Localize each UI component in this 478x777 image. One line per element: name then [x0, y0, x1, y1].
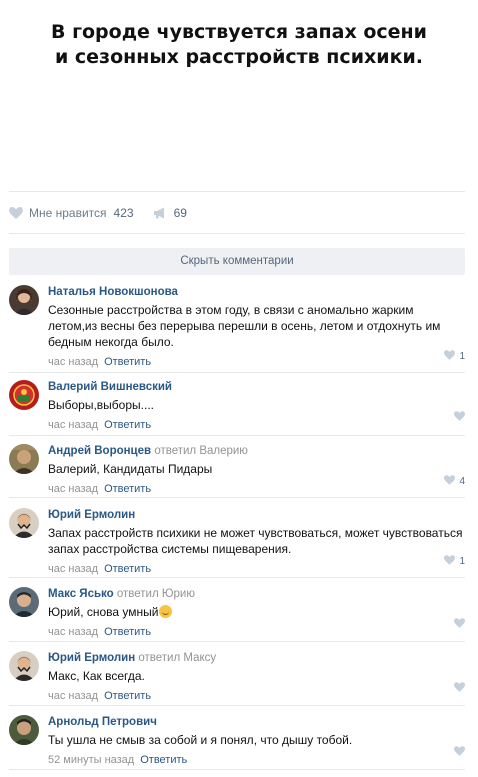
- replied-to[interactable]: ответил Юрию: [117, 588, 195, 600]
- comment-like-button[interactable]: [454, 745, 465, 759]
- comment-author[interactable]: Арнольд Петрович: [48, 716, 157, 728]
- comment-author[interactable]: Андрей Воронцев: [48, 445, 151, 457]
- like-button[interactable]: Мне нравится 423: [9, 206, 134, 220]
- comment-like-count: 1: [459, 350, 465, 362]
- comment-author[interactable]: Юрий Ермолин: [48, 509, 135, 521]
- comment-time[interactable]: час назад: [48, 626, 98, 638]
- heart-icon: [444, 474, 456, 488]
- comment-author[interactable]: Юрий Ермолин: [48, 652, 135, 664]
- comment-like-button[interactable]: 1: [444, 349, 465, 363]
- heart-icon: [454, 410, 465, 424]
- comment-like-button[interactable]: 4: [444, 474, 465, 488]
- avatar[interactable]: [9, 285, 39, 315]
- comment-time[interactable]: 52 минуты назад: [48, 754, 134, 766]
- like-count: 423: [113, 206, 134, 220]
- comment-author[interactable]: Валерий Вишневский: [48, 381, 172, 393]
- heart-icon: [454, 617, 465, 631]
- comment-like-count: 4: [459, 475, 465, 487]
- comment-text: Юрий, снова умный: [48, 605, 159, 619]
- comment-text: Запах расстройств психики не может чувст…: [48, 526, 463, 556]
- comment-time[interactable]: час назад: [48, 419, 98, 431]
- post-title: В городе чувствуется запах осени и сезон…: [0, 20, 478, 70]
- share-button[interactable]: 69: [153, 206, 187, 220]
- heart-icon: [454, 681, 465, 695]
- reply-button[interactable]: Ответить: [104, 356, 151, 368]
- comment-time[interactable]: час назад: [48, 690, 98, 702]
- comment-like-button[interactable]: [454, 617, 465, 631]
- share-count: 69: [173, 206, 187, 220]
- comment: Арнольд Петрович Ты ушла не смыв за собо…: [9, 715, 465, 766]
- divider: [9, 372, 465, 373]
- divider: [9, 497, 465, 498]
- comment: Макс Ясько ответил Юрию Юрий, снова умны…: [9, 587, 465, 638]
- comment-time[interactable]: час назад: [48, 483, 98, 495]
- like-label: Мне нравится: [29, 206, 107, 220]
- comment-like-button[interactable]: 1: [444, 554, 465, 568]
- comment-like-count: 1: [459, 555, 465, 567]
- comment: Андрей Воронцев ответил Валерию Валерий,…: [9, 444, 465, 495]
- reply-button[interactable]: Ответить: [104, 690, 151, 702]
- heart-icon: [9, 207, 23, 219]
- laughing-emoji-icon: [158, 605, 172, 618]
- comment: Юрий Ермолин ответил Максу Макс, Как все…: [9, 651, 465, 702]
- comment: Юрий Ермолин Запах расстройств психики н…: [9, 508, 465, 575]
- avatar[interactable]: [9, 508, 39, 538]
- avatar[interactable]: [9, 651, 39, 681]
- divider: [9, 435, 465, 436]
- comment-like-button[interactable]: [454, 410, 465, 424]
- post-image[interactable]: В городе чувствуется запах осени и сезон…: [0, 0, 478, 190]
- heart-icon: [444, 554, 456, 568]
- comment-author[interactable]: Наталья Новокшонова: [48, 286, 178, 298]
- post-actions: Мне нравится 423 69: [9, 205, 187, 221]
- avatar[interactable]: [9, 380, 39, 410]
- divider: [9, 641, 465, 642]
- comment-text: Сезонные расстройства в этом году, в свя…: [48, 303, 441, 349]
- comment-author[interactable]: Макс Ясько: [48, 588, 114, 600]
- avatar[interactable]: [9, 715, 39, 745]
- reply-button[interactable]: Ответить: [140, 754, 187, 766]
- reply-button[interactable]: Ответить: [104, 419, 151, 431]
- heart-icon: [444, 349, 456, 363]
- comment: Наталья Новокшонова Сезонные расстройств…: [9, 285, 465, 368]
- divider: [9, 233, 465, 234]
- comment-time[interactable]: час назад: [48, 563, 98, 575]
- divider: [9, 191, 465, 192]
- comment-text: Выборы,выборы....: [48, 398, 154, 412]
- divider: [9, 577, 465, 578]
- reply-button[interactable]: Ответить: [104, 483, 151, 495]
- divider: [9, 705, 465, 706]
- avatar[interactable]: [9, 587, 39, 617]
- megaphone-icon: [153, 207, 167, 219]
- hide-comments-button[interactable]: Скрыть комментарии: [9, 248, 465, 275]
- divider: [9, 769, 465, 770]
- comment-time[interactable]: час назад: [48, 356, 98, 368]
- comment: Валерий Вишневский Выборы,выборы.... час…: [9, 380, 465, 431]
- comment-text: Ты ушла не смыв за собой и я понял, что …: [48, 733, 353, 747]
- comment-text: Макс, Как всегда.: [48, 669, 145, 683]
- comment-like-button[interactable]: [454, 681, 465, 695]
- avatar[interactable]: [9, 444, 39, 474]
- post-title-line-2: и сезонных расстройств психики.: [54, 46, 423, 68]
- post-title-line-1: В городе чувствуется запах осени: [50, 21, 427, 43]
- reply-button[interactable]: Ответить: [104, 626, 151, 638]
- replied-to[interactable]: ответил Валерию: [154, 445, 248, 457]
- reply-button[interactable]: Ответить: [104, 563, 151, 575]
- heart-icon: [454, 745, 465, 759]
- replied-to[interactable]: ответил Максу: [138, 652, 216, 664]
- comment-text: Валерий, Кандидаты Пидары: [48, 462, 213, 476]
